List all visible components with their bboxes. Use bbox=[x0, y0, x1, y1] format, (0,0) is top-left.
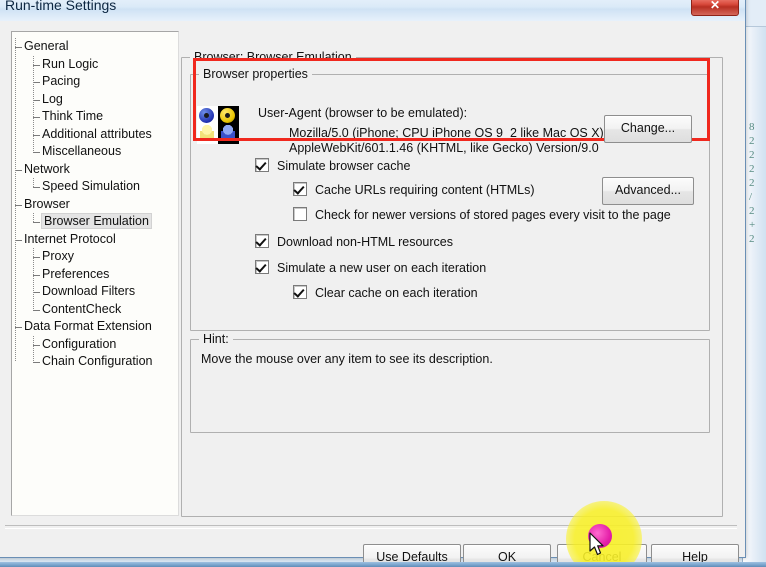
checkbox-label: Download non-HTML resources bbox=[277, 235, 454, 249]
tree-rail-2 bbox=[33, 213, 34, 222]
tree-item-label: Data Format Extension bbox=[24, 319, 152, 333]
footer-separator bbox=[5, 525, 737, 529]
globe-icon-yellow bbox=[220, 108, 235, 123]
browser-emulation-group-legend: Browser: Browser Emulation bbox=[190, 50, 356, 64]
tree-item-speed-simulation[interactable]: Speed Simulation bbox=[12, 178, 178, 196]
user-agent-label: User-Agent (browser to be emulated): bbox=[258, 106, 468, 120]
tree-item-configuration[interactable]: Configuration bbox=[12, 336, 178, 354]
background-window-text: 8 2 2 2 2 / 2 + 2 bbox=[749, 121, 755, 245]
tree-item-label: Pacing bbox=[42, 74, 81, 88]
tree-item-proxy[interactable]: Proxy bbox=[12, 248, 178, 266]
checkbox-label: Simulate a new user on each iteration bbox=[277, 261, 487, 275]
tree-item-label: Browser Emulation bbox=[41, 213, 152, 229]
tree-rail-4 bbox=[33, 335, 34, 362]
background-window-tab bbox=[743, 0, 766, 27]
change-button[interactable]: Change... bbox=[604, 115, 692, 143]
tree-item-think-time[interactable]: Think Time bbox=[12, 108, 178, 126]
tree-item-general[interactable]: General bbox=[12, 38, 178, 56]
browser-emulation-icon bbox=[197, 106, 239, 144]
tree-item-browser[interactable]: Browser bbox=[12, 196, 178, 214]
settings-tree[interactable]: General Run Logic Pacing Log Think Time Addit… bbox=[11, 31, 179, 516]
tree-item-pacing[interactable]: Pacing bbox=[12, 73, 178, 91]
tree-item-network[interactable]: Network bbox=[12, 161, 178, 179]
tree-rail-0 bbox=[33, 55, 34, 152]
tree-item-internet-protocol[interactable]: Internet Protocol bbox=[12, 231, 178, 249]
checkbox-label: Clear cache on each iteration bbox=[315, 286, 478, 300]
tree-rail-root bbox=[15, 38, 16, 362]
hint-text: Move the mouse over any item to see its … bbox=[201, 352, 493, 366]
checkbox-indicator[interactable] bbox=[293, 285, 307, 299]
browser-properties-legend: Browser properties bbox=[199, 67, 312, 81]
tree-item-contentcheck[interactable]: ContentCheck bbox=[12, 301, 178, 319]
tree-item-label: Chain Configuration bbox=[42, 354, 153, 368]
advanced-button[interactable]: Advanced... bbox=[602, 177, 694, 205]
checkbox-download-non-html-resources[interactable]: Download non-HTML resources bbox=[255, 234, 453, 249]
tree-item-label: Think Time bbox=[42, 109, 104, 123]
checkbox-clear-cache-on-each-iteration[interactable]: Clear cache on each iteration bbox=[293, 285, 478, 300]
tree-item-browser-emulation[interactable]: Browser Emulation bbox=[12, 213, 178, 231]
checkbox-indicator[interactable] bbox=[293, 207, 307, 221]
close-icon[interactable]: ✕ bbox=[691, 0, 739, 16]
hint-group: Hint: Move the mouse over any item to se… bbox=[190, 332, 710, 433]
tree-item-label: Internet Protocol bbox=[24, 231, 116, 246]
tree-item-run-logic[interactable]: Run Logic bbox=[12, 56, 178, 74]
checkbox-cache-urls-requiring-content-htmls[interactable]: Cache URLs requiring content (HTMLs) bbox=[293, 182, 535, 197]
run-time-settings-dialog: Run-time Settings ✕ General Run Logic Paci… bbox=[0, 0, 746, 567]
checkbox-simulate-browser-cache[interactable]: Simulate browser cache bbox=[255, 158, 410, 173]
tree-item-label: ContentCheck bbox=[42, 301, 122, 316]
tree-item-label: Configuration bbox=[42, 336, 117, 351]
globe-icon-blue bbox=[199, 108, 214, 123]
tree-item-miscellaneous[interactable]: Miscellaneous bbox=[12, 143, 178, 161]
tree-item-label: Proxy bbox=[42, 249, 74, 263]
tree-item-label: Miscellaneous bbox=[42, 144, 122, 158]
user-agent-value: Mozilla/5.0 (iPhone; CPU iPhone OS 9_2 l… bbox=[289, 126, 604, 155]
checkbox-indicator[interactable] bbox=[255, 158, 269, 172]
tree-item-label: Additional attributes bbox=[42, 126, 152, 141]
tree-item-log[interactable]: Log bbox=[12, 91, 178, 109]
checkbox-label: Simulate browser cache bbox=[277, 159, 411, 173]
tree-rail-3 bbox=[33, 248, 34, 310]
checkbox-indicator[interactable] bbox=[255, 234, 269, 248]
checkbox-indicator[interactable] bbox=[255, 260, 269, 274]
tree-item-label: Speed Simulation bbox=[42, 179, 140, 193]
tree-item-label: Download Filters bbox=[42, 284, 136, 298]
pointing-hand-icon-blue bbox=[221, 125, 235, 141]
checkbox-check-for-newer-versions-of-stored-pages-every-visit-to-the-page[interactable]: Check for newer versions of stored pages… bbox=[293, 207, 671, 222]
tree-item-additional-attributes[interactable]: Additional attributes bbox=[12, 126, 178, 144]
browser-emulation-icon-right bbox=[218, 106, 239, 144]
tree-item-label: Preferences bbox=[42, 266, 110, 281]
dialog-client-area: General Run Logic Pacing Log Think Time Addit… bbox=[0, 21, 745, 567]
checkbox-label: Cache URLs requiring content (HTMLs) bbox=[315, 183, 535, 197]
tree-item-label: Browser bbox=[24, 196, 70, 211]
window-title: Run-time Settings bbox=[5, 0, 117, 13]
tree-item-download-filters[interactable]: Download Filters bbox=[12, 283, 178, 301]
screen: 8 2 2 2 2 / 2 + 2 Run-time Settings ✕ Ge… bbox=[0, 0, 766, 567]
desktop-edge bbox=[0, 562, 766, 567]
pointing-hand-icon-yellow bbox=[200, 125, 214, 141]
title-bar: Run-time Settings ✕ bbox=[0, 0, 745, 22]
checkbox-label: Check for newer versions of stored pages… bbox=[315, 208, 671, 222]
tree-item-chain-configuration[interactable]: Chain Configuration bbox=[12, 353, 178, 371]
tree-item-label: Network bbox=[24, 161, 70, 176]
checkbox-indicator[interactable] bbox=[293, 182, 307, 196]
checkbox-simulate-a-new-user-on-each-iteration[interactable]: Simulate a new user on each iteration bbox=[255, 260, 486, 275]
tree-rail-1 bbox=[33, 178, 34, 187]
tree-item-data-format-extension[interactable]: Data Format Extension bbox=[12, 318, 178, 336]
tree-item-label: Run Logic bbox=[42, 56, 99, 71]
hint-legend: Hint: bbox=[199, 332, 233, 346]
browser-emulation-icon-left bbox=[197, 106, 218, 144]
tree-item-label: Log bbox=[42, 91, 63, 106]
tree-item-preferences[interactable]: Preferences bbox=[12, 266, 178, 284]
settings-tree-list: General Run Logic Pacing Log Think Time Addit… bbox=[12, 32, 178, 371]
tree-item-label: General bbox=[24, 39, 69, 53]
